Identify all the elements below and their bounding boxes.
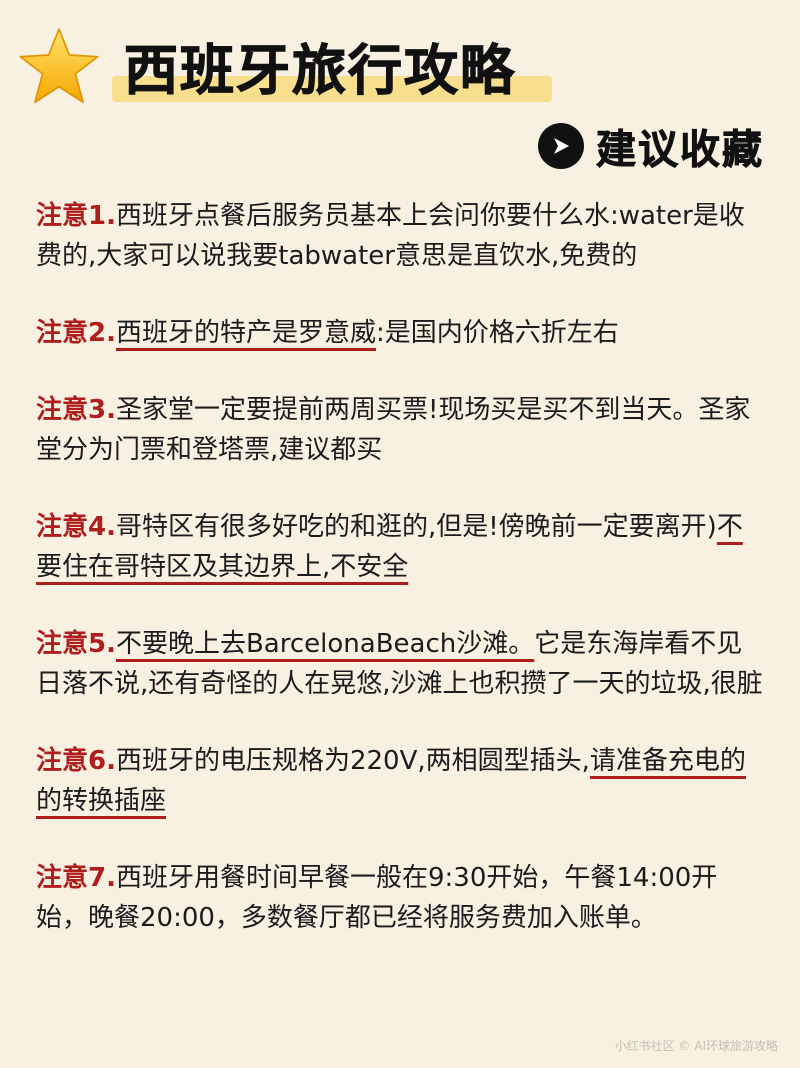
watermark: 小红书社区 © AI环球旅游攻略 [614,1039,778,1053]
note-text: 圣家堂一定要提前两周买票!现场买是买不到当天。圣家堂分为门票和登塔票,建议都买 [36,395,751,465]
save-recommendation: 建议收藏 [538,120,764,174]
note-prefix: 注意6. [36,746,116,776]
page-title: 西班牙旅行攻略 [124,39,516,103]
note-text: :是国内价格六折左右 [375,318,619,348]
note-item: 注意7.西班牙用餐时间早餐一般在9:30开始，午餐14:00开始，晚餐20:00… [36,858,766,938]
note-prefix: 注意2. [36,318,116,348]
arrow-right-icon [538,123,584,169]
note-text: 西班牙的电压规格为220V,两相圆型插头, [115,746,590,776]
note-item: 注意2.西班牙的特产是罗意威:是国内价格六折左右 [36,313,766,353]
notes-list: 注意1.西班牙点餐后服务员基本上会问你要什么水:water是收费的,大家可以说我… [36,196,766,975]
note-highlight: 西班牙的特产是罗意威 [115,318,376,348]
note-text: 哥特区有很多好吃的和逛的,但是!傍晚前一定要离开) [115,512,717,542]
note-prefix: 注意5. [36,629,116,659]
note-item: 注意5.不要晚上去BarcelonaBeach沙滩。它是东海岸看不见日落不说,还… [36,624,766,704]
note-prefix: 注意1. [36,201,116,231]
note-item: 注意1.西班牙点餐后服务员基本上会问你要什么水:water是收费的,大家可以说我… [36,196,766,276]
note-item: 注意4.哥特区有很多好吃的和逛的,但是!傍晚前一定要离开)不要住在哥特区及其边界… [36,507,766,587]
note-highlight: 不要晚上去BarcelonaBeach沙滩。 [115,629,535,659]
star-icon [19,28,99,104]
note-prefix: 注意4. [36,512,116,542]
note-prefix: 注意7. [36,863,116,893]
header: 西班牙旅行攻略 [16,18,756,110]
save-label: 建议收藏 [596,127,764,174]
note-prefix: 注意3. [36,395,116,425]
note-item: 注意3.圣家堂一定要提前两周买票!现场买是买不到当天。圣家堂分为门票和登塔票,建… [36,390,766,470]
note-text: 西班牙点餐后服务员基本上会问你要什么水:water是收费的,大家可以说我要tab… [36,201,745,271]
note-item: 注意6.西班牙的电压规格为220V,两相圆型插头,请准备充电的的转换插座 [36,741,766,821]
note-text: 西班牙用餐时间早餐一般在9:30开始，午餐14:00开始，晚餐20:00，多数餐… [36,863,718,933]
page: 西班牙旅行攻略 建议收藏 注意1.西班牙点餐后服务员基本上会问你要什么水:wat… [0,0,800,1068]
